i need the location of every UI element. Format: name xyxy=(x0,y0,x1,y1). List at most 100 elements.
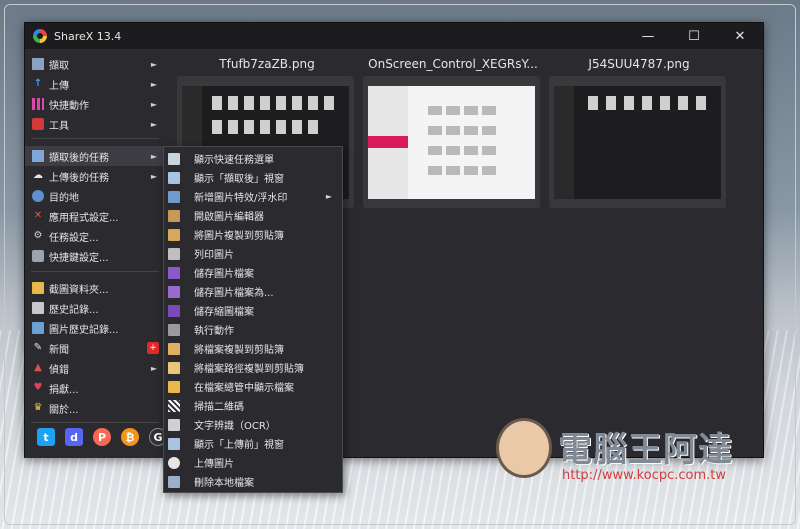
submenu-item[interactable]: 顯示「擷取後」視窗 xyxy=(164,168,342,187)
chevron-right-icon: ► xyxy=(150,171,157,181)
submenu-item[interactable]: 儲存圖片檔案為... xyxy=(164,282,342,301)
submenu-item[interactable]: 將檔案路徑複製到剪貼簿 xyxy=(164,358,342,377)
main-menu: 擷取 ► ↑ 上傳 ► 快捷動作 ► 工具 ► 擷取後的任務 ► ☁ 上傳後的任… xyxy=(25,50,165,458)
copy-image-icon xyxy=(168,228,180,241)
menu-item-capture[interactable]: 擷取 ► xyxy=(25,54,165,74)
submenu-item[interactable]: 開啟圖片編輯器 xyxy=(164,206,342,225)
submenu-item[interactable]: 將圖片複製到剪貼簿 xyxy=(164,225,342,244)
menu-item-upload[interactable]: ↑ 上傳 ► xyxy=(25,74,165,94)
submenu-item[interactable]: 顯示「上傳前」視窗 xyxy=(164,434,342,453)
submenu-item-label: 在檔案總管中顯示檔案 xyxy=(194,383,294,394)
upload-icon: ↑ xyxy=(33,78,43,89)
menu-item-hotkey-settings[interactable]: 快捷鍵設定... xyxy=(25,246,165,266)
image-editor-icon xyxy=(168,209,180,222)
submenu-item-label: 將圖片複製到剪貼簿 xyxy=(194,231,284,242)
news-icon: ✎ xyxy=(33,342,43,353)
menu-item-label: 上傳後的任務 xyxy=(49,172,109,184)
menu-item-label: 捐獻... xyxy=(49,384,79,396)
menu-item-image-history[interactable]: 圖片歷史記錄... xyxy=(25,318,165,338)
thumbnail-item[interactable] xyxy=(549,76,726,208)
menu-item-task-settings[interactable]: ⚙ 任務設定... xyxy=(25,226,165,246)
watermark: 電腦王阿達 http://www.kocpc.com.tw xyxy=(496,418,766,498)
menu-item-screenshots-folder[interactable]: 截圖資料夾... xyxy=(25,278,165,298)
submenu-item-label: 顯示「上傳前」視窗 xyxy=(194,440,284,451)
menu-item-about[interactable]: ♛ 關於... xyxy=(25,398,165,418)
menu-separator xyxy=(31,138,159,139)
title-bar: ShareX 13.4 — ☐ ✕ xyxy=(25,23,763,49)
menu-item-news[interactable]: ✎ 新聞 + xyxy=(25,338,165,358)
quick-task-menu-icon xyxy=(168,152,180,165)
submenu-item-label: 上傳圖片 xyxy=(194,459,234,470)
delete-local-file-icon xyxy=(168,475,180,488)
submenu-item-label: 執行動作 xyxy=(194,326,234,337)
copy-file-icon xyxy=(168,342,180,355)
patreon-icon[interactable]: P xyxy=(93,428,111,446)
submenu-item[interactable]: 掃描二維碼 xyxy=(164,396,342,415)
submenu-item[interactable]: 列印圖片 xyxy=(164,244,342,263)
thumbnail-image xyxy=(554,81,721,199)
submenu-item-label: 顯示「擷取後」視窗 xyxy=(194,174,284,185)
after-capture-icon xyxy=(32,150,44,162)
submenu-item[interactable]: 文字辨識（OCR） xyxy=(164,415,342,434)
watermark-url: http://www.kocpc.com.tw xyxy=(562,468,726,483)
submenu-item[interactable]: 執行動作 xyxy=(164,320,342,339)
submenu-item[interactable]: 上傳圖片 xyxy=(164,453,342,472)
maximize-button[interactable]: ☐ xyxy=(671,23,717,49)
submenu-item[interactable]: 刪除本地檔案 xyxy=(164,472,342,491)
app-settings-icon: ✕ xyxy=(33,210,43,221)
save-thumbnail-icon xyxy=(168,304,180,317)
submenu-item[interactable]: 儲存縮圖檔案 xyxy=(164,301,342,320)
submenu-item-label: 儲存圖片檔案為... xyxy=(194,288,274,299)
submenu-item-label: 刪除本地檔案 xyxy=(194,478,254,489)
save-image-as-icon xyxy=(168,285,180,298)
thumbnail-item[interactable] xyxy=(363,76,540,208)
submenu-item-label: 新增圖片特效/浮水印 xyxy=(194,193,288,204)
menu-item-donate[interactable]: ♥ 捐獻... xyxy=(25,378,165,398)
hotkey-settings-icon xyxy=(32,250,44,262)
menu-item-after-capture[interactable]: 擷取後的任務 ► xyxy=(25,146,165,166)
submenu-item-label: 儲存圖片檔案 xyxy=(194,269,254,280)
submenu-item-label: 將檔案路徑複製到剪貼簿 xyxy=(194,364,304,375)
menu-item-app-settings[interactable]: ✕ 應用程式設定... xyxy=(25,206,165,226)
image-effects-icon xyxy=(168,190,180,203)
after-capture-window-icon xyxy=(168,171,180,184)
window-title: ShareX 13.4 xyxy=(54,29,122,43)
sharex-logo-icon xyxy=(33,29,47,43)
menu-item-label: 快捷動作 xyxy=(49,100,89,112)
social-links: t d P ₿ G xyxy=(37,428,167,446)
after-upload-icon: ☁ xyxy=(33,170,43,181)
menu-item-label: 快捷鍵設定... xyxy=(49,252,109,264)
menu-item-debug[interactable]: ▲ 偵錯 ► xyxy=(25,358,165,378)
menu-item-history[interactable]: 歷史記錄... xyxy=(25,298,165,318)
tools-icon xyxy=(32,118,44,130)
menu-item-workflows[interactable]: 快捷動作 ► xyxy=(25,94,165,114)
discord-icon[interactable]: d xyxy=(65,428,83,446)
submenu-item[interactable]: 顯示快速任務選單 xyxy=(164,149,342,168)
sharex-window: ShareX 13.4 — ☐ ✕ 擷取 ► ↑ 上傳 ► 快捷動作 ► 工具 … xyxy=(24,22,764,458)
menu-item-label: 目的地 xyxy=(49,192,79,204)
menu-item-after-upload[interactable]: ☁ 上傳後的任務 ► xyxy=(25,166,165,186)
save-image-icon xyxy=(168,266,180,279)
menu-item-label: 擷取後的任務 xyxy=(49,152,109,164)
menu-item-tools[interactable]: 工具 ► xyxy=(25,114,165,134)
submenu-item[interactable]: 在檔案總管中顯示檔案 xyxy=(164,377,342,396)
bitcoin-icon[interactable]: ₿ xyxy=(121,428,139,446)
menu-item-label: 工具 xyxy=(49,120,69,132)
submenu-item[interactable]: 儲存圖片檔案 xyxy=(164,263,342,282)
image-history-icon xyxy=(32,322,44,334)
thumbnail-title: OnScreen_Control_XEGRsY... xyxy=(368,57,538,71)
twitter-icon[interactable]: t xyxy=(37,428,55,446)
menu-item-label: 應用程式設定... xyxy=(49,212,119,224)
menu-item-destinations[interactable]: 目的地 xyxy=(25,186,165,206)
close-button[interactable]: ✕ xyxy=(717,23,763,49)
screenshots-folder-icon xyxy=(32,282,44,294)
print-icon xyxy=(168,247,180,260)
after-capture-submenu: 顯示快速任務選單 顯示「擷取後」視窗 新增圖片特效/浮水印 ► 開啟圖片編輯器 將… xyxy=(163,146,343,493)
donate-icon: ♥ xyxy=(33,382,43,393)
thumbnail-title: Tfufb7zaZB.png xyxy=(219,57,315,71)
thumbnail-image xyxy=(368,81,535,199)
submenu-item[interactable]: 將檔案複製到剪貼簿 xyxy=(164,339,342,358)
submenu-item[interactable]: 新增圖片特效/浮水印 ► xyxy=(164,187,342,206)
minimize-button[interactable]: — xyxy=(625,23,671,49)
task-settings-icon: ⚙ xyxy=(33,230,43,241)
